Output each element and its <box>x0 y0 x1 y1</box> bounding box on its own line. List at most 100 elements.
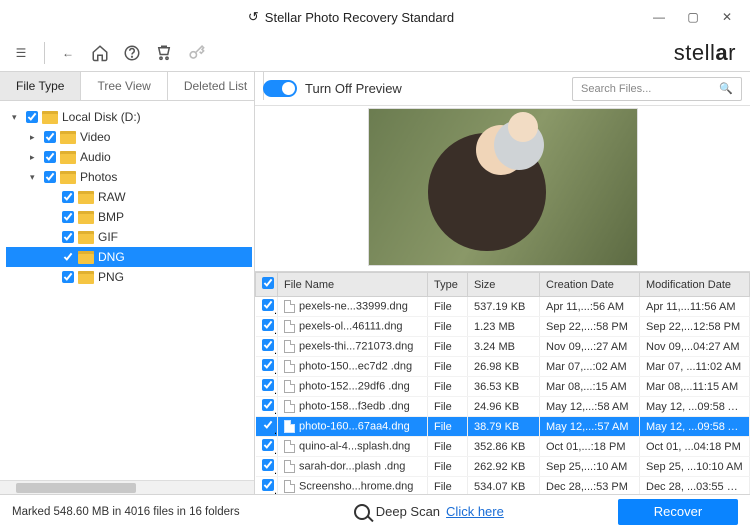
row-checkbox[interactable] <box>262 479 274 491</box>
row-checkbox[interactable] <box>262 419 274 431</box>
folder-icon <box>60 131 76 144</box>
row-checkbox[interactable] <box>262 379 274 391</box>
folder-icon <box>78 231 94 244</box>
tree-item-gif[interactable]: GIF <box>6 227 252 247</box>
tree-checkbox[interactable] <box>62 211 74 223</box>
tree-checkbox[interactable] <box>62 271 74 283</box>
cell-creation: Oct 01,...:18 PM <box>540 437 640 457</box>
cell-name: Screensho...hrome.dng <box>278 477 428 495</box>
tab-file-type[interactable]: File Type <box>0 72 81 100</box>
table-row[interactable]: photo-158...f3edb .dngFile24.96 KBMay 12… <box>256 397 750 417</box>
cell-creation: Mar 07,...:02 AM <box>540 357 640 377</box>
row-checkbox[interactable] <box>262 459 274 471</box>
table-row[interactable]: quino-al-4...splash.dngFile352.86 KBOct … <box>256 437 750 457</box>
table-row[interactable]: photo-152...29df6 .dngFile36.53 KBMar 08… <box>256 377 750 397</box>
cell-name: photo-158...f3edb .dng <box>278 397 428 417</box>
tree-item-dng[interactable]: DNG <box>6 247 252 267</box>
tree-label: BMP <box>98 210 124 224</box>
cell-creation: Nov 09,...:27 AM <box>540 337 640 357</box>
recover-button[interactable]: Recover <box>618 499 738 525</box>
tab-deleted-list[interactable]: Deleted List <box>168 72 264 100</box>
deep-scan-link[interactable]: Click here <box>446 504 504 519</box>
cell-size: 38.79 KB <box>468 417 540 437</box>
row-checkbox[interactable] <box>262 439 274 451</box>
cell-modification: Sep 25, ...10:10 AM <box>640 457 750 477</box>
toggle-switch-icon[interactable] <box>263 80 297 97</box>
cell-name: photo-150...ec7d2 .dng <box>278 357 428 377</box>
cell-creation: Apr 11,...:56 AM <box>540 297 640 317</box>
tree-item-bmp[interactable]: BMP <box>6 207 252 227</box>
header-creation[interactable]: Creation Date <box>540 273 640 297</box>
table-row[interactable]: pexels-ol...46111.dngFile1.23 MBSep 22,.… <box>256 317 750 337</box>
table-row[interactable]: pexels-thi...721073.dngFile3.24 MBNov 09… <box>256 337 750 357</box>
row-checkbox[interactable] <box>262 299 274 311</box>
search-input[interactable]: Search Files... 🔍 <box>572 77 742 101</box>
cell-creation: Dec 28,...:53 PM <box>540 477 640 495</box>
tree-checkbox[interactable] <box>62 191 74 203</box>
row-checkbox[interactable] <box>262 359 274 371</box>
cell-size: 534.07 KB <box>468 477 540 495</box>
tree-checkbox[interactable] <box>44 131 56 143</box>
preview-image <box>368 108 638 266</box>
search-placeholder: Search Files... <box>581 83 651 95</box>
expand-icon[interactable]: ▾ <box>12 112 22 123</box>
cell-type: File <box>428 437 468 457</box>
tree-item-raw[interactable]: RAW <box>6 187 252 207</box>
select-all-checkbox[interactable] <box>262 277 274 289</box>
expand-icon[interactable]: ▸ <box>30 152 40 163</box>
table-row[interactable]: Screensho...hrome.dngFile534.07 KBDec 28… <box>256 477 750 495</box>
tree-label: Photos <box>80 170 117 184</box>
cell-creation: May 12,...:57 AM <box>540 417 640 437</box>
close-button[interactable]: ✕ <box>710 3 744 31</box>
back-icon[interactable]: ← <box>57 42 79 64</box>
tree-item-photos[interactable]: ▾ Photos <box>6 167 252 187</box>
header-check[interactable] <box>256 273 278 297</box>
tree-item-video[interactable]: ▸ Video <box>6 127 252 147</box>
help-icon[interactable] <box>121 42 143 64</box>
header-size[interactable]: Size <box>468 273 540 297</box>
file-icon <box>284 460 295 473</box>
cell-name: photo-160...67aa4.dng <box>278 417 428 437</box>
minimize-button[interactable]: — <box>642 3 676 31</box>
tree-checkbox[interactable] <box>44 151 56 163</box>
cart-icon[interactable] <box>153 42 175 64</box>
preview-toggle[interactable]: Turn Off Preview <box>263 80 402 97</box>
cell-creation: Mar 08,...:15 AM <box>540 377 640 397</box>
header-filename[interactable]: File Name <box>278 273 428 297</box>
search-icon: 🔍 <box>719 82 733 95</box>
table-row[interactable]: photo-150...ec7d2 .dngFile26.98 KBMar 07… <box>256 357 750 377</box>
expand-icon[interactable]: ▾ <box>30 172 40 183</box>
cell-name: pexels-ne...33999.dng <box>278 297 428 317</box>
tree-item-png[interactable]: PNG <box>6 267 252 287</box>
tree-label: Video <box>80 130 110 144</box>
tree-item-audio[interactable]: ▸Audio <box>6 147 252 167</box>
file-icon <box>284 440 295 453</box>
tab-tree-view[interactable]: Tree View <box>81 72 167 100</box>
folder-icon <box>78 191 94 204</box>
table-row[interactable]: pexels-ne...33999.dngFile537.19 KBApr 11… <box>256 297 750 317</box>
cell-name: quino-al-4...splash.dng <box>278 437 428 457</box>
row-checkbox[interactable] <box>262 399 274 411</box>
cell-type: File <box>428 397 468 417</box>
tree-item-local-disk-d-[interactable]: ▾Local Disk (D:) <box>6 107 252 127</box>
maximize-button[interactable]: ▢ <box>676 3 710 31</box>
row-checkbox[interactable] <box>262 319 274 331</box>
tree-checkbox[interactable] <box>62 231 74 243</box>
header-type[interactable]: Type <box>428 273 468 297</box>
menu-icon[interactable]: ☰ <box>10 42 32 64</box>
header-modification[interactable]: Modification Date <box>640 273 750 297</box>
home-icon[interactable] <box>89 42 111 64</box>
tree-checkbox[interactable] <box>62 251 74 263</box>
file-grid[interactable]: File Name Type Size Creation Date Modifi… <box>255 271 750 494</box>
expand-icon[interactable]: ▸ <box>30 132 40 143</box>
table-row[interactable]: sarah-dor...plash .dngFile262.92 KBSep 2… <box>256 457 750 477</box>
cell-modification: Dec 28, ...03:55 PM <box>640 477 750 495</box>
row-checkbox[interactable] <box>262 339 274 351</box>
tree-checkbox[interactable] <box>26 111 38 123</box>
sidebar-scrollbar[interactable] <box>0 480 254 494</box>
cell-modification: Apr 11,...11:56 AM <box>640 297 750 317</box>
key-icon[interactable] <box>185 42 207 64</box>
table-row[interactable]: photo-160...67aa4.dngFile38.79 KBMay 12,… <box>256 417 750 437</box>
tree-checkbox[interactable] <box>44 171 56 183</box>
cell-name: sarah-dor...plash .dng <box>278 457 428 477</box>
